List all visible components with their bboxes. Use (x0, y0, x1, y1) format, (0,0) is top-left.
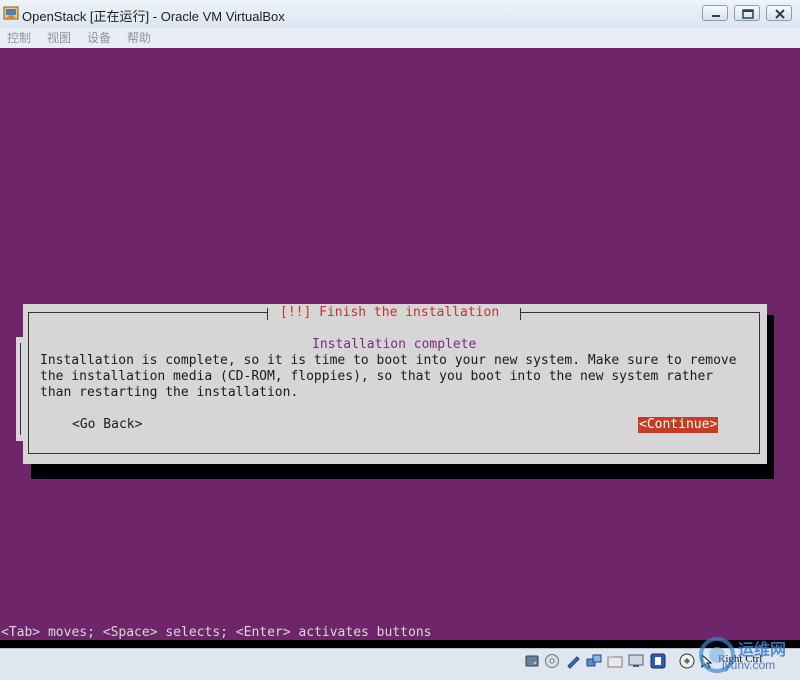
installer-dialog: [!!] Finish the installation Installatio… (23, 304, 767, 464)
close-icon (775, 9, 785, 19)
close-button[interactable] (766, 5, 792, 21)
virtualbox-window: OpenStack [正在运行] - Oracle VM VirtualBox … (0, 0, 800, 680)
menu-bar: 控制 视图 设备 帮助 (0, 28, 800, 48)
maximize-icon (742, 9, 754, 19)
hdd-icon[interactable] (524, 653, 540, 669)
message-line: the installation media (CD-ROM, floppies… (40, 369, 714, 384)
go-back-button[interactable]: <Go Back> (72, 417, 142, 433)
status-bar: Right Ctrl (0, 648, 800, 680)
capture-icon[interactable] (650, 653, 666, 669)
watermark-text: 运维网 (738, 642, 787, 659)
menu-view[interactable]: 视图 (47, 29, 71, 46)
dialog-heading: Installation complete (312, 337, 477, 352)
maximize-button[interactable] (734, 5, 760, 21)
dialog-title: [!!] Finish the installation (280, 305, 500, 320)
message-line: than restarting the installation. (40, 385, 299, 400)
shared-folder-icon[interactable] (607, 653, 623, 669)
network-icon[interactable] (586, 653, 602, 669)
display-icon[interactable] (628, 653, 644, 669)
menu-help[interactable]: 帮助 (127, 29, 151, 46)
vm-screen[interactable]: [!!] Finish the installation Installatio… (0, 48, 800, 648)
watermark-url: iyunv.com (722, 658, 776, 672)
keyboard-help-line: <Tab> moves; <Space> selects; <Enter> ac… (1, 625, 432, 640)
menu-devices[interactable]: 设备 (87, 29, 111, 46)
title-bar[interactable]: OpenStack [正在运行] - Oracle VM VirtualBox (0, 0, 800, 29)
cd-icon[interactable] (544, 653, 560, 669)
minimize-button[interactable] (702, 5, 728, 21)
mouse-integration-icon[interactable] (679, 653, 695, 669)
virtualbox-app-icon (3, 6, 19, 20)
minimize-icon (712, 15, 720, 17)
screen-bottom-strip (0, 640, 800, 648)
usb-icon[interactable] (565, 653, 581, 669)
continue-button[interactable]: <Continue> (638, 417, 719, 433)
message-line: Installation is complete, so it is time … (40, 353, 737, 368)
window-title: OpenStack [正在运行] - Oracle VM VirtualBox (22, 9, 285, 24)
menu-control[interactable]: 控制 (7, 29, 31, 46)
